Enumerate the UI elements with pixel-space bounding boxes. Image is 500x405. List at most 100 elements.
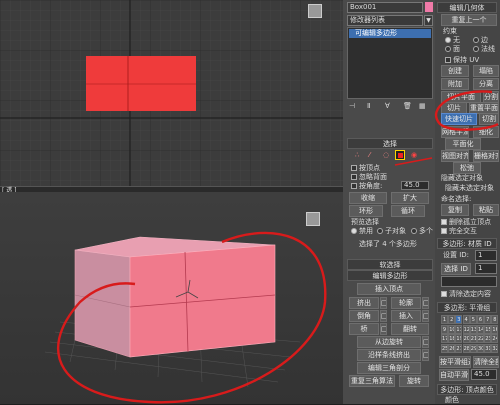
- smoothing-group-28[interactable]: 28: [462, 343, 470, 353]
- paste-button[interactable]: 粘贴: [473, 204, 499, 216]
- smoothing-group-25[interactable]: 25: [441, 343, 448, 353]
- smoothing-group-22[interactable]: 22: [477, 334, 484, 343]
- object-name-field[interactable]: Box001: [347, 2, 423, 13]
- by-angle-input[interactable]: 45.0: [401, 181, 429, 190]
- vertex-colors-header[interactable]: 多边形: 顶点颜色: [437, 384, 497, 395]
- top-viewport[interactable]: [0, 0, 343, 186]
- smoothing-group-20[interactable]: 20: [462, 334, 470, 343]
- stack-item-editable-poly[interactable]: 可编辑多边形: [349, 29, 431, 38]
- hide-unselected-button[interactable]: 隐藏未选定对象: [445, 184, 494, 193]
- material-id-header[interactable]: 多边形: 材质 ID: [437, 238, 497, 249]
- create-button[interactable]: 创建: [441, 65, 469, 77]
- pin-stack-icon[interactable]: ⊣: [349, 102, 355, 111]
- show-end-result-icon[interactable]: Ⅱ: [367, 102, 370, 111]
- smoothing-group-26[interactable]: 26: [448, 343, 456, 353]
- smoothing-group-16[interactable]: 16: [491, 324, 499, 334]
- edit-polygons-header[interactable]: 编辑多边形: [347, 270, 433, 281]
- element-icon[interactable]: ◉: [411, 151, 417, 160]
- preserve-uvs-checkbox[interactable]: 保持 UV: [445, 56, 479, 65]
- tessellate-button[interactable]: 细化: [473, 126, 499, 138]
- smoothing-group-23[interactable]: 23: [484, 334, 492, 343]
- ignore-backfacing-checkbox[interactable]: 忽略背面: [351, 173, 387, 182]
- inset-settings-icon[interactable]: □: [422, 310, 429, 322]
- configure-sets-icon[interactable]: ▦: [419, 102, 426, 111]
- flip-button[interactable]: 翻转: [391, 323, 429, 335]
- edit-geometry-header[interactable]: 编辑几何体: [437, 2, 497, 13]
- by-angle-checkbox[interactable]: 按角度:: [351, 182, 382, 191]
- retriangulate-button[interactable]: 重复三角算法: [349, 375, 395, 387]
- extrude-button[interactable]: 挤出: [349, 297, 379, 309]
- smoothing-group-30[interactable]: 30: [477, 343, 484, 353]
- outline-settings-icon[interactable]: □: [422, 297, 429, 309]
- bridge-settings-icon[interactable]: □: [380, 323, 387, 335]
- inset-button[interactable]: 插入: [391, 310, 421, 322]
- by-vertex-checkbox[interactable]: 按顶点: [351, 164, 380, 173]
- copy-button[interactable]: 复制: [441, 204, 469, 216]
- constraint-face-radio[interactable]: 面: [445, 45, 460, 54]
- relax-button[interactable]: 松弛: [453, 162, 481, 174]
- select-id-button[interactable]: 选择 ID: [441, 263, 471, 275]
- auto-smooth-input[interactable]: 45.0: [471, 369, 497, 380]
- soft-selection-header[interactable]: 软选择: [347, 259, 433, 270]
- extrude-spline-settings-icon[interactable]: □: [422, 349, 429, 361]
- grow-button[interactable]: 扩大: [391, 192, 429, 204]
- material-name-dropdown[interactable]: [441, 276, 497, 287]
- smoothing-group-14[interactable]: 14: [477, 324, 484, 334]
- selection-rollout-header[interactable]: 选择: [347, 138, 433, 149]
- planarize-button[interactable]: 平面化: [445, 138, 481, 150]
- outline-button[interactable]: 轮廓: [391, 297, 421, 309]
- extrude-spline-button[interactable]: 沿样条线挤出: [357, 349, 421, 361]
- hide-selected-button[interactable]: 隐藏选定对象: [441, 174, 483, 183]
- constraint-edge-radio[interactable]: 边: [473, 36, 488, 45]
- polygon-icon[interactable]: [395, 150, 405, 160]
- clear-all-button[interactable]: 清除全部: [473, 356, 499, 368]
- view-align-button[interactable]: 视图对齐: [441, 150, 469, 162]
- cut-button[interactable]: 切割: [479, 113, 499, 125]
- smoothing-group-2[interactable]: 2: [448, 315, 456, 324]
- smoothing-group-15[interactable]: 15: [484, 324, 492, 334]
- border-icon[interactable]: ◌: [383, 151, 389, 160]
- preview-subobj-radio[interactable]: 子对象: [377, 227, 406, 236]
- loop-button[interactable]: 循环: [391, 205, 425, 217]
- edit-triangulation-button[interactable]: 编辑三角剖分: [357, 362, 421, 374]
- smoothing-group-11[interactable]: 11: [455, 324, 463, 334]
- ring-button[interactable]: 环形: [349, 205, 383, 217]
- grid-align-button[interactable]: 栅格对齐: [473, 150, 499, 162]
- collapse-button[interactable]: 塌陷: [473, 65, 499, 77]
- chevron-down-icon[interactable]: ▼: [424, 15, 433, 26]
- vertex-icon[interactable]: ∴: [355, 151, 359, 160]
- insert-vertex-button[interactable]: 插入顶点: [357, 283, 421, 295]
- repeat-last-button[interactable]: 重复上一个: [441, 14, 497, 26]
- shrink-button[interactable]: 收缩: [349, 192, 387, 204]
- quickslice-button[interactable]: 快速切片: [441, 113, 477, 125]
- viewcube-top[interactable]: [308, 4, 322, 18]
- object-color-swatch[interactable]: [425, 2, 433, 12]
- extrude-settings-icon[interactable]: □: [380, 297, 387, 309]
- smoothing-group-29[interactable]: 29: [469, 343, 477, 353]
- clear-selection-checkbox[interactable]: 清除选定内容: [441, 290, 491, 299]
- remove-modifier-icon[interactable]: 🗑: [403, 102, 412, 111]
- smoothing-group-27[interactable]: 27: [455, 343, 463, 353]
- smoothing-group-18[interactable]: 18: [448, 334, 456, 343]
- smoothing-groups-header[interactable]: 多边形: 平滑组: [437, 302, 497, 313]
- bevel-button[interactable]: 倒角: [349, 310, 379, 322]
- edge-icon[interactable]: ⁄: [369, 151, 370, 160]
- preview-off-radio[interactable]: 禁用: [351, 227, 373, 236]
- smoothing-group-21[interactable]: 21: [469, 334, 477, 343]
- smoothing-group-4[interactable]: 4: [462, 315, 470, 324]
- bevel-settings-icon[interactable]: □: [380, 310, 387, 322]
- make-unique-icon[interactable]: ∀: [385, 102, 390, 111]
- smoothing-group-32[interactable]: 32: [491, 343, 499, 353]
- smoothing-group-5[interactable]: 5: [469, 315, 477, 324]
- meshsmooth-button[interactable]: 网格平滑: [441, 126, 469, 138]
- modifier-stack[interactable]: 可编辑多边形: [347, 27, 433, 99]
- modifier-list-dropdown[interactable]: 修改器列表: [347, 15, 423, 26]
- attach-button[interactable]: 附加: [441, 78, 469, 90]
- hinge-button[interactable]: 从边旋转: [357, 336, 421, 348]
- hinge-settings-icon[interactable]: □: [422, 336, 429, 348]
- turn-button[interactable]: 旋转: [399, 375, 429, 387]
- viewcube-persp[interactable]: [306, 212, 320, 226]
- smoothing-group-6[interactable]: 6: [477, 315, 484, 324]
- constraint-none-radio[interactable]: 无: [445, 36, 460, 45]
- smoothing-group-8[interactable]: 8: [491, 315, 499, 324]
